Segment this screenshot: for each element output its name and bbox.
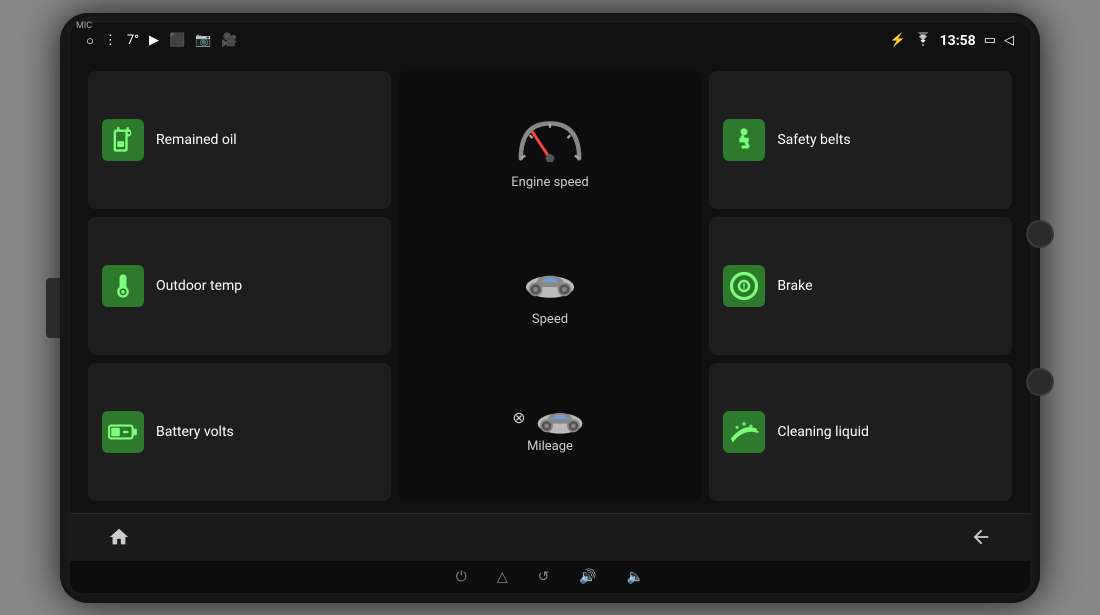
belt-icon — [723, 119, 765, 161]
mileage-icon-group: ⊗ — [512, 401, 587, 435]
engine-speed-label: Engine speed — [511, 175, 588, 190]
wifi-icon — [914, 32, 932, 50]
cleaning-liquid-tile[interactable]: Cleaning liquid — [709, 363, 1012, 501]
menu-dots-icon: ⋮ — [104, 33, 117, 48]
home-sys-button[interactable]: △ — [497, 569, 508, 585]
back-sys-button[interactable]: ↺ — [538, 569, 550, 585]
safety-belts-label: Safety belts — [777, 132, 850, 148]
remained-oil-label: Remained oil — [156, 132, 237, 148]
svg-text:!: ! — [743, 283, 746, 294]
safety-belts-tile[interactable]: Safety belts — [709, 71, 1012, 209]
car-side-icon — [532, 401, 588, 435]
fuel-icon — [102, 119, 144, 161]
bluetooth-icon: ⚡ — [889, 33, 905, 48]
status-right: ⚡ 13:58 ▭ ◁ — [889, 32, 1014, 50]
temperature-label: 7° — [127, 33, 139, 48]
system-bar: ⏻ △ ↺ 🔊 🔈 — [70, 561, 1030, 593]
battery-icon — [102, 411, 144, 453]
power-button[interactable]: ⏻ — [456, 569, 467, 585]
clock: 13:58 — [940, 33, 976, 49]
nav-bar — [70, 513, 1030, 561]
outdoor-temp-tile[interactable]: Outdoor temp — [88, 217, 391, 355]
photo-icon: 📷 — [195, 33, 211, 48]
device-frame: MIC ○ ⋮ 7° ▶ ⬛ 📷 🎥 ⚡ — [60, 13, 1040, 603]
car-front-icon — [520, 263, 580, 308]
remained-oil-tile[interactable]: Remained oil — [88, 71, 391, 209]
knob-bottom — [1026, 368, 1054, 396]
back-triangle-icon: ◁ — [1004, 33, 1014, 48]
speedometer-icon — [515, 117, 585, 171]
battery-volts-tile[interactable]: Battery volts — [88, 363, 391, 501]
youtube-icon: ▶ — [149, 33, 159, 48]
cleaning-liquid-label: Cleaning liquid — [777, 424, 869, 440]
home-button[interactable] — [100, 518, 138, 556]
back-button[interactable] — [962, 518, 1000, 556]
brake-icon: ! — [723, 265, 765, 307]
mic-label: MIC — [76, 21, 92, 31]
screen: ○ ⋮ 7° ▶ ⬛ 📷 🎥 ⚡ — [70, 23, 1030, 593]
warning-circle-icon: ⊗ — [512, 408, 525, 427]
video-icon: 🎥 — [221, 33, 237, 48]
main-grid: Remained oil — [70, 59, 1030, 513]
temp-icon — [102, 265, 144, 307]
volume-up-button[interactable]: 🔊 — [579, 569, 596, 585]
square-icon: ▭ — [984, 33, 996, 48]
brake-tile[interactable]: ! Brake — [709, 217, 1012, 355]
screen-cast-icon: ⬛ — [169, 33, 185, 48]
engine-speed-section: Engine speed — [511, 117, 588, 190]
mileage-section: ⊗ Mileage — [512, 401, 587, 454]
status-bar: ○ ⋮ 7° ▶ ⬛ 📷 🎥 ⚡ — [70, 23, 1030, 59]
volume-down-button[interactable]: 🔈 — [627, 569, 644, 585]
side-knobs — [1026, 220, 1054, 396]
mileage-label: Mileage — [527, 439, 573, 454]
circle-icon: ○ — [86, 33, 94, 49]
battery-volts-label: Battery volts — [156, 424, 234, 440]
center-tile[interactable]: Engine speed — [399, 71, 702, 501]
brake-label: Brake — [777, 278, 812, 294]
knob-top — [1026, 220, 1054, 248]
outdoor-temp-label: Outdoor temp — [156, 278, 242, 294]
status-left: ○ ⋮ 7° ▶ ⬛ 📷 🎥 — [86, 33, 881, 49]
speed-section: Speed — [520, 263, 580, 327]
speed-label: Speed — [532, 312, 568, 327]
clean-icon — [723, 411, 765, 453]
